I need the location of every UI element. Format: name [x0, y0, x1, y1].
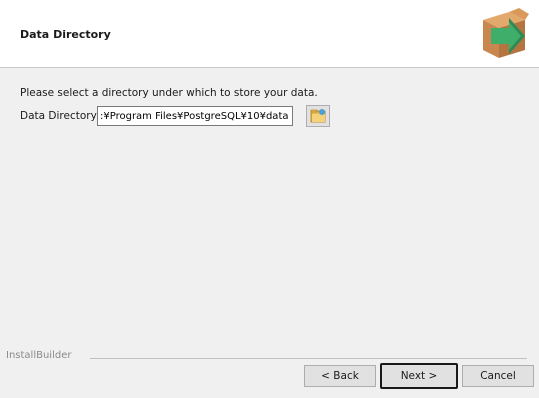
instruction-text: Please select a directory under which to…	[20, 87, 318, 99]
page-title: Data Directory	[20, 28, 111, 41]
installer-box-arrow-icon	[483, 8, 529, 58]
browse-folder-button[interactable]	[306, 105, 330, 127]
installbuilder-brand: InstallBuilder	[6, 350, 76, 361]
data-directory-label: Data Directory	[20, 110, 97, 122]
footer-divider	[90, 358, 527, 359]
wizard-body: Please select a directory under which to…	[0, 68, 539, 358]
wizard-header: Data Directory	[0, 0, 539, 68]
installer-window: Data Directory Please select a directory…	[0, 0, 539, 398]
next-button[interactable]: Next >	[380, 363, 458, 389]
data-directory-input[interactable]	[97, 106, 293, 126]
cancel-button[interactable]: Cancel	[462, 365, 534, 387]
folder-browse-icon	[310, 109, 326, 123]
back-button[interactable]: < Back	[304, 365, 376, 387]
